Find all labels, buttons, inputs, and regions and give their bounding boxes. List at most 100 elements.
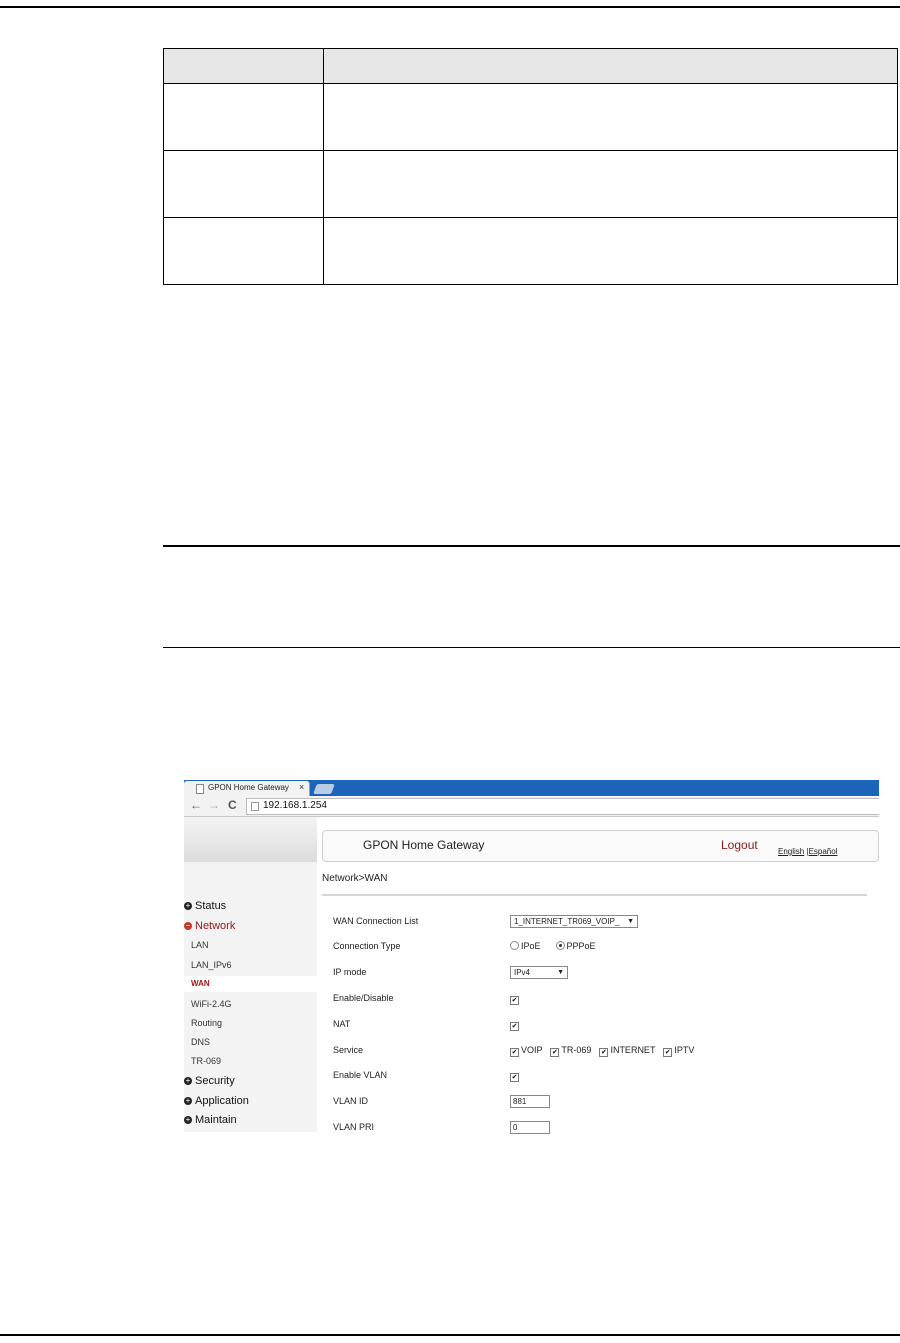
checkmark-icon: ✔: [510, 1073, 519, 1082]
select-value: IPv4: [514, 968, 531, 977]
plus-icon: +: [184, 901, 192, 910]
back-arrow-icon[interactable]: ←: [190, 798, 202, 812]
table-header-row: [163, 48, 898, 84]
gateway-header: GPON Home Gateway Logout English |Españo…: [322, 830, 879, 862]
sidebar-item-label: Security: [195, 1075, 235, 1087]
wan-connection-list-select[interactable]: 1_INTERNET_TR069_VOIP_ ▼: [510, 915, 638, 928]
content-divider: [322, 894, 867, 896]
ip-mode-label: IP mode: [333, 967, 367, 977]
radio-ipoe[interactable]: [510, 941, 519, 950]
service-internet-checkbox[interactable]: ✔: [599, 1048, 609, 1057]
service-voip-checkbox[interactable]: ✔: [510, 1048, 519, 1057]
nat-checkbox[interactable]: ✔: [510, 1019, 521, 1031]
radio-label: PPPoE: [566, 941, 596, 951]
sidebar-item-label: Maintain: [195, 1114, 237, 1126]
page-icon: [251, 802, 259, 811]
sidebar-subitem-lan-ipv6[interactable]: LAN_IPv6: [191, 960, 232, 970]
table-cell: [163, 83, 324, 151]
sidebar-subitem-wifi[interactable]: WiFi-2.4G: [191, 999, 232, 1009]
radio-label: IPoE: [521, 941, 541, 951]
checkmark-icon: ✔: [510, 1022, 519, 1031]
spanish-link[interactable]: Español: [809, 847, 838, 856]
checkbox-label: IPTV: [674, 1045, 695, 1055]
checkbox-label: VOIP: [521, 1045, 543, 1055]
select-value: 1_INTERNET_TR069_VOIP_: [514, 917, 620, 926]
chevron-down-icon: ▼: [627, 918, 634, 925]
connection-type-label: Connection Type: [333, 941, 401, 951]
sidebar-subitem-tr069[interactable]: TR-069: [191, 1056, 221, 1066]
breadcrumb: Network>WAN: [322, 873, 388, 884]
sidebar-item-label: Status: [195, 900, 227, 912]
note-top-rule: [163, 545, 900, 547]
service-iptv-checkbox[interactable]: ✔: [663, 1048, 673, 1057]
table-row: [163, 150, 898, 218]
note-bottom-rule: [163, 647, 900, 648]
plus-icon: +: [184, 1076, 192, 1085]
gateway-sidebar: + Status − Network LAN LAN_IPv6 WAN WiFi-2…: [184, 862, 317, 1132]
radio-pppoe[interactable]: [555, 941, 565, 950]
forward-arrow-icon[interactable]: →: [208, 798, 220, 812]
table-header-cell: [163, 48, 324, 84]
table-cell: [163, 217, 324, 285]
english-link[interactable]: English: [778, 847, 804, 856]
table-cell: [323, 150, 898, 218]
vlan-id-label: VLAN ID: [333, 1096, 369, 1106]
new-tab-button[interactable]: [313, 784, 335, 794]
address-bar: ← → C 192.168.1.254: [184, 796, 879, 817]
table-cell: [163, 150, 324, 218]
enable-checkbox[interactable]: ✔: [510, 993, 521, 1005]
page-top-rule: [0, 6, 900, 8]
sidebar-item-status[interactable]: + Status: [184, 900, 226, 912]
service-tr069-checkbox[interactable]: ✔: [550, 1048, 560, 1057]
sidebar-item-maintain[interactable]: + Maintain: [184, 1114, 237, 1126]
sidebar-item-security[interactable]: + Security: [184, 1075, 235, 1087]
service-checkboxes: ✔ VOIP ✔ TR-069 ✔ INTERNET ✔ IPTV: [510, 1045, 694, 1057]
table-row: [163, 217, 898, 285]
minus-icon: −: [184, 921, 192, 930]
enable-vlan-label: Enable VLAN: [333, 1070, 388, 1080]
connection-type-radios: IPoE PPPoE: [510, 941, 596, 951]
sidebar-subitem-routing[interactable]: Routing: [191, 1018, 222, 1028]
table-cell: [323, 217, 898, 285]
input-value: 0: [510, 1121, 550, 1134]
nat-label: NAT: [333, 1019, 351, 1029]
url-text: 192.168.1.254: [263, 800, 327, 811]
wan-connection-list-label: WAN Connection List: [333, 916, 419, 926]
sidebar-subitem-wan[interactable]: WAN: [184, 976, 317, 992]
router-screenshot: GPON Home Gateway × ← → C 192.168.1.254 …: [184, 780, 879, 1135]
gateway-title: GPON Home Gateway: [363, 838, 485, 852]
vlan-pri-input[interactable]: 0: [510, 1121, 550, 1134]
url-field[interactable]: 192.168.1.254: [246, 798, 879, 815]
ip-mode-select[interactable]: IPv4 ▼: [510, 966, 568, 979]
table-cell: [323, 83, 898, 151]
page-bottom-rule: [0, 1334, 900, 1336]
service-label: Service: [333, 1045, 364, 1055]
enable-disable-label: Enable/Disable: [333, 993, 394, 1003]
browser-tab-bar: GPON Home Gateway ×: [184, 780, 879, 796]
tab-title: GPON Home Gateway: [208, 783, 289, 792]
sidebar-subitem-dns[interactable]: DNS: [191, 1037, 210, 1047]
checkmark-icon: ✔: [510, 996, 519, 1005]
vlan-id-input[interactable]: 881: [510, 1095, 550, 1108]
sidebar-subitem-lan[interactable]: LAN: [191, 940, 209, 950]
browser-tab[interactable]: GPON Home Gateway ×: [184, 781, 310, 796]
sidebar-item-label: Network: [195, 920, 236, 932]
sidebar-item-network[interactable]: − Network: [184, 920, 235, 932]
table-header-cell: [323, 48, 898, 84]
input-value: 881: [510, 1095, 550, 1108]
table-row: [163, 83, 898, 151]
vlan-pri-label: VLAN PRI: [333, 1122, 375, 1132]
reload-icon[interactable]: C: [228, 798, 237, 812]
sidebar-item-application[interactable]: + Application: [184, 1095, 249, 1107]
sidebar-header: [184, 817, 317, 862]
page-icon: [196, 784, 204, 794]
sidebar-item-label: Application: [195, 1095, 249, 1107]
enable-vlan-checkbox[interactable]: ✔: [510, 1070, 521, 1082]
plus-icon: +: [184, 1115, 192, 1124]
language-switch: English |Español: [778, 847, 837, 856]
plus-icon: +: [184, 1096, 192, 1105]
tab-close-icon[interactable]: ×: [299, 782, 304, 792]
chevron-down-icon: ▼: [557, 969, 564, 976]
logout-link[interactable]: Logout: [721, 838, 758, 852]
checkbox-label: INTERNET: [610, 1045, 656, 1055]
